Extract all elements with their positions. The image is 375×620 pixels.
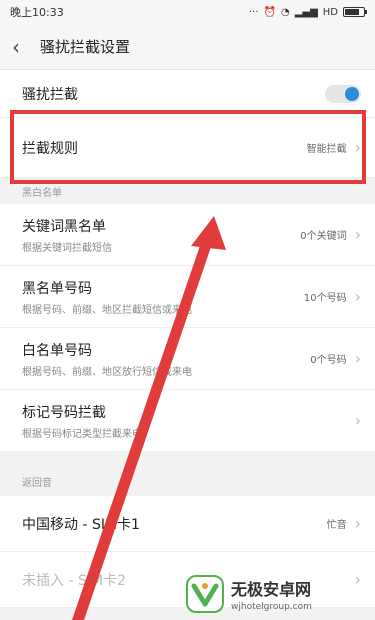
page-title: 骚扰拦截设置 (40, 38, 131, 56)
toggle-knob (345, 86, 359, 101)
blacklist-numbers-row[interactable]: 黑名单号码 根据号码、前缀、地区拦截短信或来电 10个号码 › (0, 266, 375, 328)
status-time: 晚上10:33 (10, 6, 64, 19)
tone-section-label: 返回音 (0, 452, 375, 496)
harass-intercept-label: 骚扰拦截 (22, 86, 78, 103)
title-bar: ‹ 骚扰拦截设置 (0, 24, 375, 70)
row-subtitle: 根据号码、前缀、地区拦截短信或来电 (22, 304, 192, 316)
chevron-right-icon: › (354, 349, 361, 368)
row-title: 中国移动 - SIM卡1 (22, 516, 140, 533)
whitelist-numbers-row[interactable]: 白名单号码 根据号码、前缀、地区放行短信或来电 0个号码 › (0, 328, 375, 390)
row-value: 0个号码 (310, 355, 347, 366)
network-label: HD (322, 6, 338, 18)
highlight-box (10, 110, 366, 184)
blacklist-group: 关键词黑名单 根据关键词拦截短信 0个关键词 › 黑名单号码 根据号码、前缀、地… (0, 204, 375, 452)
sim1-tone-row[interactable]: 中国移动 - SIM卡1 忙音 › (0, 496, 375, 552)
row-subtitle: 根据关键词拦截短信 (22, 242, 112, 254)
signal-icon: ▂▄▆ (294, 6, 318, 18)
alarm-icon: ⏰ (263, 6, 276, 18)
row-title: 未插入 - SIM卡2 (22, 572, 126, 589)
chevron-right-icon: › (354, 514, 361, 533)
row-title: 标记号码拦截 (22, 404, 106, 421)
row-value: 0个关键词 (300, 231, 347, 242)
chevron-right-icon: › (354, 287, 361, 306)
row-title: 关键词黑名单 (22, 218, 106, 235)
row-value: 10个号码 (303, 293, 347, 304)
watermark-title: 无极安卓网 (231, 580, 312, 599)
chevron-right-icon: › (354, 225, 361, 244)
keyword-blacklist-row[interactable]: 关键词黑名单 根据关键词拦截短信 0个关键词 › (0, 204, 375, 266)
row-subtitle: 根据号码标记类型拦截来电 (22, 428, 142, 440)
status-bar: 晚上10:33 ··· ⏰ ◔ ▂▄▆ HD (0, 0, 375, 24)
row-title: 黑名单号码 (22, 280, 92, 297)
chevron-right-icon: › (354, 411, 361, 430)
row-title: 白名单号码 (22, 342, 92, 359)
watermark-url: wjhotelgroup.com (231, 602, 312, 612)
battery-icon (343, 7, 367, 17)
back-arrow-icon[interactable]: ‹ (12, 35, 40, 59)
row-subtitle: 根据号码、前缀、地区放行短信或来电 (22, 366, 192, 378)
marked-number-intercept-row[interactable]: 标记号码拦截 根据号码标记类型拦截来电 › (0, 390, 375, 452)
watermark: 无极安卓网 wjhotelgroup.com (185, 570, 373, 618)
status-icons: ··· ⏰ ◔ ▂▄▆ HD (248, 6, 367, 18)
more-dots-icon: ··· (248, 6, 259, 18)
row-value: 忙音 (326, 520, 347, 531)
watermark-logo-icon (186, 575, 224, 613)
wifi-icon: ◔ (280, 6, 290, 18)
harass-intercept-toggle[interactable] (325, 84, 361, 103)
